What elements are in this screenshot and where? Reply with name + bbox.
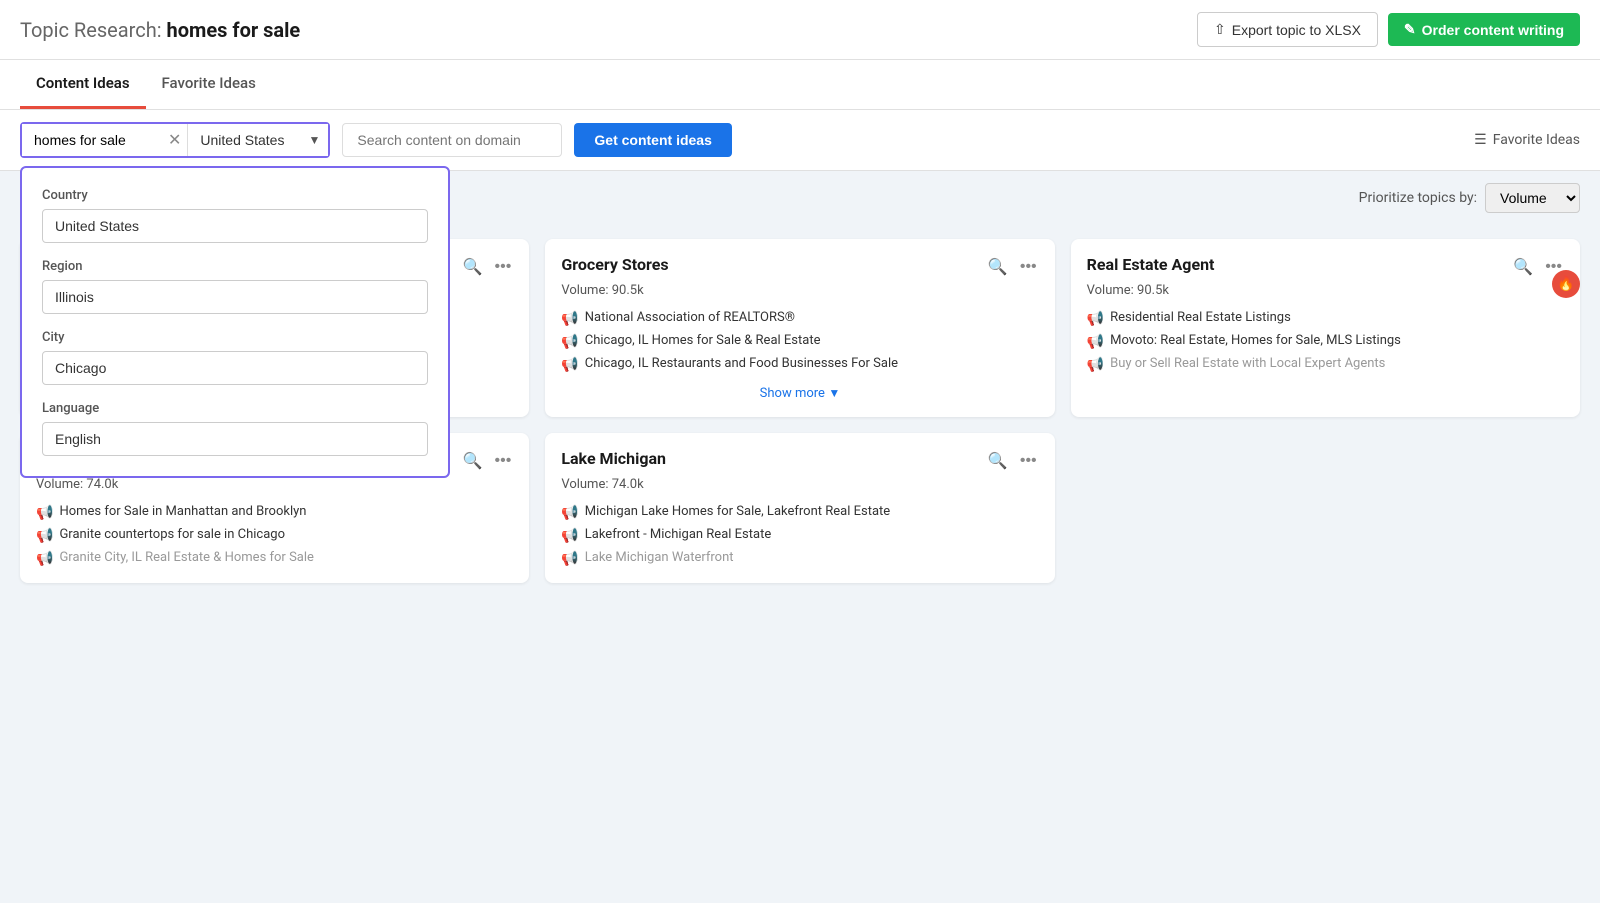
subtopics-list: 📢Residential Real Estate Listings 📢Movot… (1087, 310, 1564, 373)
card-volume: Volume: 90.5k (561, 283, 1038, 298)
toolbar: ✕ United States United Kingdom Canada ▼ … (0, 110, 1600, 171)
tab-favorite-ideas[interactable]: Favorite Ideas (146, 60, 272, 109)
speaker-icon: 📢 (36, 528, 53, 544)
card-actions: 🔍 ••• (461, 449, 514, 473)
list-item: 📢Granite countertops for sale in Chicago (36, 527, 513, 544)
speaker-icon: 📢 (561, 528, 578, 544)
language-field-group: Language (42, 401, 428, 456)
card-actions: 🔍 ••• (986, 255, 1039, 279)
order-content-button[interactable]: ✎ Order content writing (1388, 13, 1580, 46)
search-icon-btn[interactable]: 🔍 (1511, 255, 1535, 279)
language-input[interactable] (42, 422, 428, 456)
subtopics-list: 📢Michigan Lake Homes for Sale, Lakefront… (561, 504, 1038, 567)
subtopics-list: 📢Homes for Sale in Manhattan and Brookly… (36, 504, 513, 567)
export-icon: ⇧ (1214, 21, 1226, 38)
list-item: 📢Buy or Sell Real Estate with Local Expe… (1087, 356, 1564, 373)
fav-label: Favorite Ideas (1493, 132, 1580, 148)
card-title: Lake Michigan (561, 449, 666, 468)
prioritize-label: Prioritize topics by: (1359, 190, 1477, 206)
speaker-icon-muted: 📢 (561, 551, 578, 567)
top-actions: ⇧ Export topic to XLSX ✎ Order content w… (1197, 12, 1580, 47)
city-input[interactable] (42, 351, 428, 385)
prioritize-section: Prioritize topics by: Volume Difficulty (1359, 183, 1580, 213)
top-bar: Topic Research: homes for sale ⇧ Export … (0, 0, 1600, 60)
list-item: 📢Chicago, IL Homes for Sale & Real Estat… (561, 333, 1038, 350)
search-icon-btn[interactable]: 🔍 (461, 449, 485, 473)
speaker-icon: 📢 (1087, 311, 1104, 327)
more-options-btn[interactable]: ••• (493, 450, 514, 472)
clear-search-button[interactable]: ✕ (162, 124, 187, 156)
list-item: 📢Lake Michigan Waterfront (561, 550, 1038, 567)
country-select[interactable]: United States United Kingdom Canada (187, 124, 328, 156)
get-ideas-label: Get content ideas (594, 132, 711, 148)
speaker-icon: 📢 (561, 505, 578, 521)
speaker-icon: 📢 (561, 334, 578, 350)
more-options-btn[interactable]: ••• (493, 256, 514, 278)
page-title-topic: homes for sale (167, 18, 301, 42)
more-options-btn[interactable]: ••• (1018, 450, 1039, 472)
topic-search-input[interactable] (22, 124, 162, 156)
language-label: Language (42, 401, 428, 416)
card-actions: 🔍 ••• (461, 255, 514, 279)
country-label: Country (42, 188, 428, 203)
card-volume: Volume: 74.0k (36, 477, 513, 492)
get-content-ideas-button[interactable]: Get content ideas (574, 123, 731, 157)
topic-search-wrapper: ✕ United States United Kingdom Canada ▼ (20, 122, 330, 158)
volume-select[interactable]: Volume Difficulty (1485, 183, 1580, 213)
list-item: 📢Granite City, IL Real Estate & Homes fo… (36, 550, 513, 567)
country-input[interactable] (42, 209, 428, 243)
card-actions: 🔍 ••• (986, 449, 1039, 473)
export-label: Export topic to XLSX (1232, 22, 1361, 38)
card-header: Real Estate Agent 🔍 ••• (1087, 255, 1564, 279)
region-input[interactable] (42, 280, 428, 314)
speaker-icon-muted: 📢 (36, 551, 53, 567)
tab-content-ideas[interactable]: Content Ideas (20, 60, 146, 109)
list-item: 📢Chicago, IL Restaurants and Food Busine… (561, 356, 1038, 373)
country-select-wrapper: United States United Kingdom Canada ▼ (187, 124, 328, 156)
card-header: Grocery Stores 🔍 ••• (561, 255, 1038, 279)
card-volume: Volume: 74.0k (561, 477, 1038, 492)
list-item: 📢National Association of REALTORS® (561, 310, 1038, 327)
favorite-ideas-link[interactable]: ☰ Favorite Ideas (1474, 132, 1580, 148)
order-label: Order content writing (1422, 22, 1564, 38)
show-more-link[interactable]: Show more (760, 386, 825, 401)
region-label: Region (42, 259, 428, 274)
card-title: Real Estate Agent (1087, 255, 1215, 274)
subtopics-list: 📢National Association of REALTORS® 📢Chic… (561, 310, 1038, 373)
list-item: 📢Homes for Sale in Manhattan and Brookly… (36, 504, 513, 521)
city-field-group: City (42, 330, 428, 385)
search-icon-btn[interactable]: 🔍 (986, 255, 1010, 279)
list-icon: ☰ (1474, 132, 1487, 148)
speaker-icon: 📢 (561, 311, 578, 327)
page-title: Topic Research: homes for sale (20, 18, 300, 42)
edit-icon: ✎ (1404, 21, 1416, 38)
more-options-btn[interactable]: ••• (1018, 256, 1039, 278)
country-field-group: Country (42, 188, 428, 243)
location-dropdown-panel: Country Region City Language (20, 166, 450, 478)
card-header: Lake Michigan 🔍 ••• (561, 449, 1038, 473)
card-volume: Volume: 90.5k (1087, 283, 1564, 298)
card-real-estate-agent: Real Estate Agent 🔍 ••• Volume: 90.5k 📢R… (1071, 239, 1580, 417)
speaker-icon: 📢 (561, 357, 578, 373)
search-icon-btn[interactable]: 🔍 (461, 255, 485, 279)
city-label: City (42, 330, 428, 345)
domain-search-input[interactable] (342, 123, 562, 157)
tabs-bar: Content Ideas Favorite Ideas (0, 60, 1600, 110)
list-item: 📢Michigan Lake Homes for Sale, Lakefront… (561, 504, 1038, 521)
list-item: 📢Lakefront - Michigan Real Estate (561, 527, 1038, 544)
region-field-group: Region (42, 259, 428, 314)
page-title-static: Topic Research: (20, 18, 162, 42)
card-title: Grocery Stores (561, 255, 668, 274)
speaker-icon-muted: 📢 (1087, 357, 1104, 373)
speaker-icon: 📢 (36, 505, 53, 521)
list-item: 📢Residential Real Estate Listings (1087, 310, 1564, 327)
show-more[interactable]: Show more ▼ (561, 385, 1038, 401)
card-grocery-stores: Grocery Stores 🔍 ••• Volume: 90.5k 📢Nati… (545, 239, 1054, 417)
speaker-icon: 📢 (1087, 334, 1104, 350)
export-button[interactable]: ⇧ Export topic to XLSX (1197, 12, 1378, 47)
fire-badge: 🔥 (1552, 270, 1580, 298)
list-item: 📢Movoto: Real Estate, Homes for Sale, ML… (1087, 333, 1564, 350)
card-lake-michigan: Lake Michigan 🔍 ••• Volume: 74.0k 📢Michi… (545, 433, 1054, 583)
search-icon-btn[interactable]: 🔍 (986, 449, 1010, 473)
